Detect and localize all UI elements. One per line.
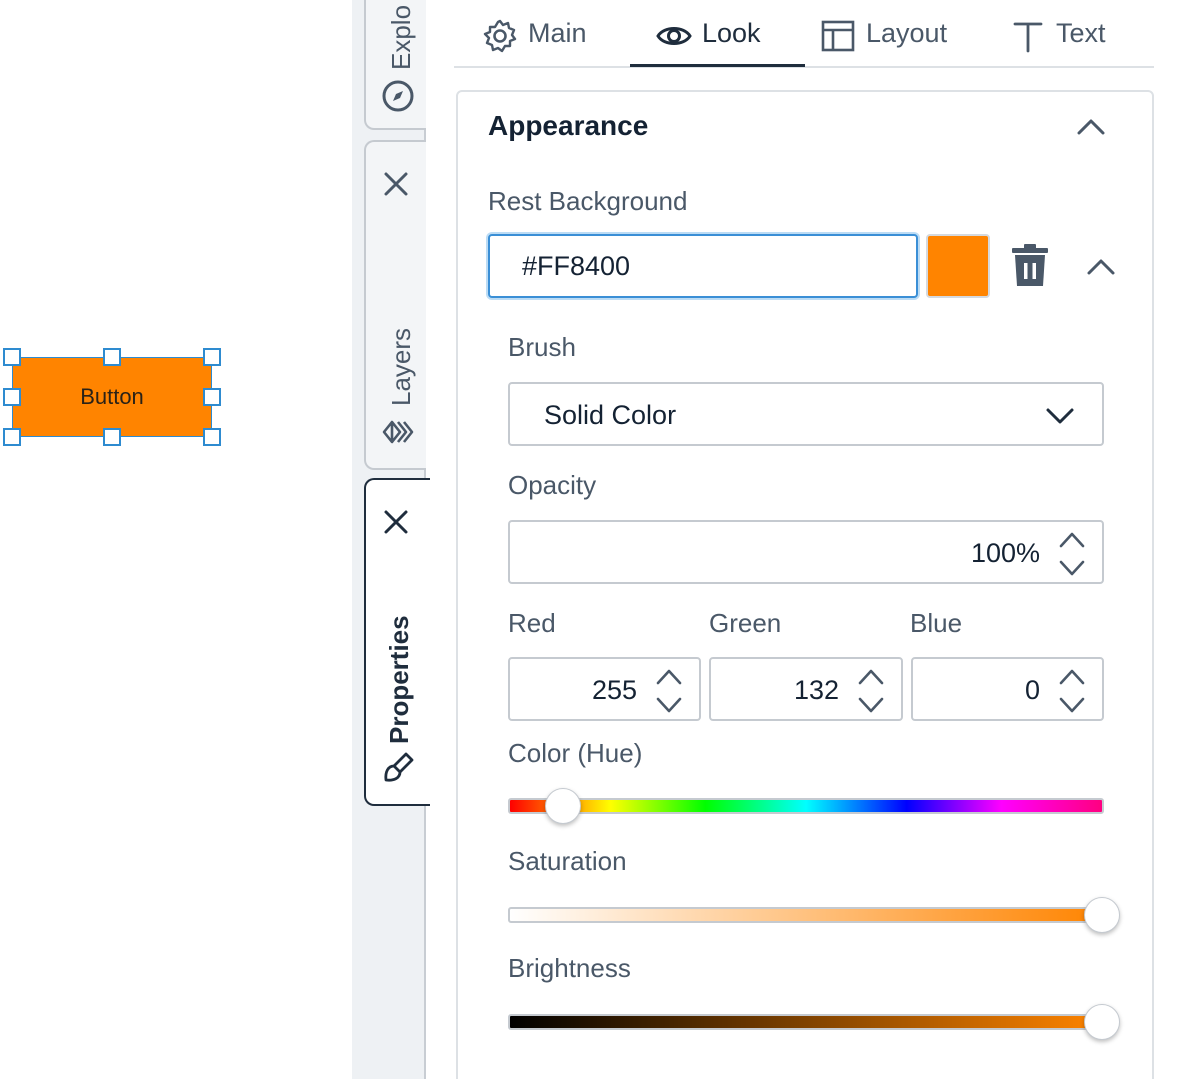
opacity-label: Opacity: [508, 470, 597, 500]
appearance-section: Appearance Rest Background Brush Solid C…: [456, 90, 1154, 1079]
green-value: 132: [793, 675, 839, 705]
chevron-down-icon[interactable]: [1058, 556, 1086, 580]
canvas-button-element[interactable]: Button: [12, 357, 212, 437]
side-tab-properties-label: Properties: [384, 615, 414, 744]
brush-select[interactable]: Solid Color: [508, 382, 1104, 446]
resize-handle-bottom-left[interactable]: [3, 428, 21, 446]
hex-color-input[interactable]: [488, 234, 918, 298]
brightness-slider-thumb[interactable]: [1084, 1004, 1120, 1040]
opacity-value: 100%: [970, 538, 1040, 568]
rest-background-label: Rest Background: [488, 186, 688, 216]
side-tab-explorer-label: Explo: [386, 4, 416, 70]
close-icon[interactable]: [382, 508, 410, 536]
chevron-up-icon[interactable]: [1084, 250, 1118, 284]
side-tab-explorer[interactable]: Explo: [364, 0, 428, 130]
saturation-slider[interactable]: [508, 897, 1120, 933]
section-title: Appearance: [488, 110, 649, 141]
tab-layout-label: Layout: [866, 18, 948, 48]
gear-icon: [483, 19, 517, 53]
layout-icon: [821, 20, 855, 52]
chevron-down-icon[interactable]: [857, 693, 885, 717]
green-input[interactable]: 132: [709, 657, 903, 721]
resize-handle-left[interactable]: [3, 388, 21, 406]
green-label: Green: [709, 608, 782, 638]
chevron-up-icon[interactable]: [857, 665, 885, 689]
chevron-up-icon[interactable]: [1058, 528, 1086, 552]
brightness-label: Brightness: [508, 953, 631, 983]
red-label: Red: [508, 608, 556, 638]
resize-handle-top-right[interactable]: [203, 348, 221, 366]
hue-slider-thumb[interactable]: [545, 788, 582, 824]
hue-slider[interactable]: [508, 788, 1104, 824]
chevron-up-icon[interactable]: [1074, 110, 1108, 144]
chevron-up-icon[interactable]: [655, 665, 683, 689]
blue-label: Blue: [910, 608, 963, 638]
saturation-slider-thumb[interactable]: [1084, 897, 1120, 933]
tab-text-label: Text: [1056, 18, 1106, 48]
tab-main[interactable]: Main: [482, 12, 587, 68]
trash-icon[interactable]: [1010, 244, 1050, 288]
side-tab-layers-label: Layers: [386, 327, 416, 406]
layers-icon: [382, 420, 414, 444]
close-icon[interactable]: [382, 170, 410, 198]
chevron-down-icon[interactable]: [1058, 693, 1086, 717]
tab-look-label: Look: [702, 18, 761, 48]
active-tab-indicator: [630, 64, 805, 67]
tab-layout[interactable]: Layout: [820, 12, 947, 68]
tab-look[interactable]: Look: [656, 12, 761, 68]
chevron-down-icon: [1046, 408, 1074, 424]
canvas-button-label: Button: [80, 384, 144, 409]
resize-handle-top-left[interactable]: [3, 348, 21, 366]
brightness-slider[interactable]: [508, 1004, 1120, 1040]
opacity-input[interactable]: 100%: [508, 520, 1104, 584]
eye-icon: [656, 27, 692, 45]
saturation-label: Saturation: [508, 846, 627, 876]
blue-value: 0: [1024, 675, 1040, 705]
color-swatch[interactable]: [926, 234, 990, 298]
chevron-up-icon[interactable]: [1058, 665, 1086, 689]
side-tab-strip: Explo Layers Properties: [352, 0, 430, 1079]
property-tab-bar: Main Look Layout Text: [454, 0, 1154, 68]
hue-label: Color (Hue): [508, 738, 643, 768]
properties-panel: Main Look Layout Text Appearance Rest Ba…: [426, 0, 1184, 1079]
brush-label: Brush: [508, 332, 576, 362]
tab-text[interactable]: Text: [1010, 12, 1106, 68]
text-icon: [1013, 22, 1043, 53]
red-input[interactable]: 255: [508, 657, 701, 721]
brush-select-value: Solid Color: [544, 400, 677, 430]
chevron-down-icon[interactable]: [655, 693, 683, 717]
compass-icon: [382, 80, 414, 112]
resize-handle-bottom-right[interactable]: [203, 428, 221, 446]
brush-icon: [384, 752, 414, 782]
red-value: 255: [591, 675, 637, 705]
side-tab-properties[interactable]: Properties: [364, 478, 430, 806]
blue-input[interactable]: 0: [911, 657, 1104, 721]
resize-handle-right[interactable]: [203, 388, 221, 406]
side-tab-layers[interactable]: Layers: [364, 140, 428, 470]
resize-handle-top[interactable]: [103, 348, 121, 366]
tab-main-label: Main: [528, 18, 587, 48]
resize-handle-bottom[interactable]: [103, 428, 121, 446]
design-canvas[interactable]: Button: [0, 0, 352, 1079]
